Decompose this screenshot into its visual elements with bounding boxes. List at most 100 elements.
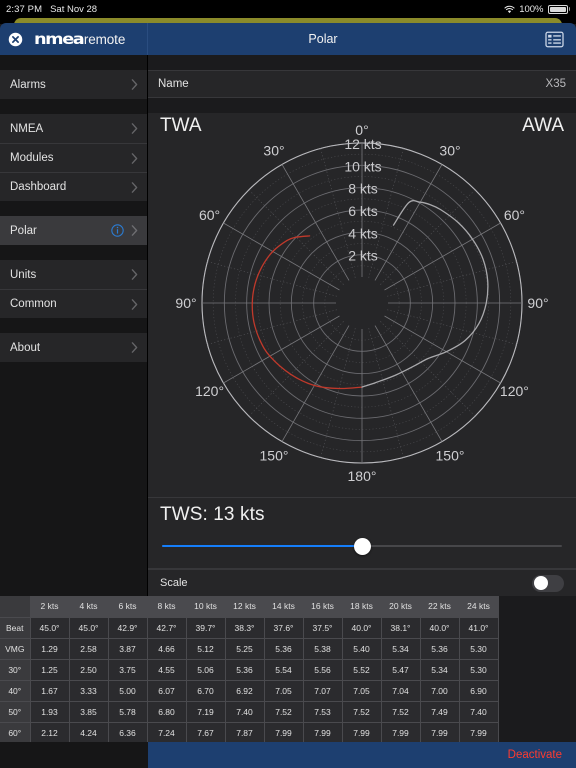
table-cell: 5.12	[186, 638, 226, 660]
table-cell: 6.36	[108, 722, 148, 742]
table-cell: 2.12	[30, 722, 70, 742]
table-cell: 2.58	[69, 638, 109, 660]
list-view-icon[interactable]	[544, 31, 564, 48]
table-cell: 45.0°	[69, 617, 109, 639]
table-col-header[interactable]: 24 kts	[459, 596, 499, 618]
name-row-value: X35	[545, 78, 566, 90]
polar-angle-label-right-60: 60°	[504, 207, 525, 223]
table-col-header[interactable]: 14 kts	[264, 596, 304, 618]
table-cell: 7.07	[303, 680, 343, 702]
table-cell: 2.50	[69, 659, 109, 681]
sidebar-item-alarms[interactable]: Alarms	[0, 70, 147, 99]
tws-label: TWS: 13 kts	[160, 504, 265, 525]
table-cell: 3.33	[69, 680, 109, 702]
polar-table-container[interactable]: 2 kts 4 kts 6 kts 8 kts 10 kts 12 kts 14 kts 16…	[0, 596, 576, 742]
table-row[interactable]: 50° 1.93 3.85 5.78 6.80 7.19 7.40 7.52 7.53 7.52 7…	[0, 701, 499, 723]
status-date: Sat Nov 28	[50, 3, 98, 15]
polar-chart-panel[interactable]: 0° 30° 30° 60° 60° 90° 90° 120° 120° 150° 150° 180°…	[148, 113, 576, 498]
table-row[interactable]: 30° 1.25 2.50 3.75 4.55 5.06 5.36 5.54 5.56 5.52 5…	[0, 659, 499, 681]
table-row[interactable]: 40° 1.67 3.33 5.00 6.07 6.70 6.92 7.05 7.07 7.05 7…	[0, 680, 499, 702]
table-col-header[interactable]: 12 kts	[225, 596, 265, 618]
scale-toggle[interactable]	[532, 574, 564, 592]
chevron-right-icon	[131, 269, 138, 280]
table-cell: 37.5°	[303, 617, 343, 639]
table-cell: 5.34	[381, 638, 421, 660]
sidebar-item-dashboard[interactable]: Dashboard	[0, 172, 147, 201]
chevron-right-icon	[131, 298, 138, 310]
sidebar-group-gap	[0, 99, 147, 114]
tws-slider[interactable]	[160, 534, 564, 558]
table-col-header[interactable]: 2 kts	[30, 596, 70, 618]
polar-angle-label-right-150: 150°	[436, 447, 465, 463]
table-cell: 7.53	[303, 701, 343, 723]
table-cell: 7.04	[381, 680, 421, 702]
table-row[interactable]: 60° 2.12 4.24 6.36 7.24 7.67 7.87 7.99 7.99 7.99 7…	[0, 722, 499, 742]
table-cell: 7.52	[381, 701, 421, 723]
tws-slider-fill	[162, 545, 362, 547]
table-row[interactable]: VMG 1.29 2.58 3.87 4.66 5.12 5.25 5.36 5.38 5.40 5…	[0, 638, 499, 660]
sidebar-item-label: Dashboard	[10, 181, 67, 193]
tws-slider-knob[interactable]	[354, 538, 371, 555]
polar-angle-label-left-90: 90°	[175, 295, 196, 311]
polar-angle-label-left-180: 180°	[348, 468, 377, 484]
table-row-header: Beat	[0, 617, 31, 639]
table-cell: 40.0°	[342, 617, 382, 639]
sidebar-item-modules[interactable]: Modules	[0, 143, 147, 172]
table-col-header[interactable]: 20 kts	[381, 596, 421, 618]
polar-angle-label-right-120: 120°	[500, 383, 529, 399]
table-cell: 4.66	[147, 638, 187, 660]
polar-title-twa: TWA	[160, 115, 202, 136]
sidebar-item-common[interactable]: Common	[0, 289, 147, 318]
table-cell: 40.0°	[420, 617, 460, 639]
table-col-header[interactable]: 4 kts	[69, 596, 109, 618]
table-cell: 5.52	[342, 659, 382, 681]
table-row[interactable]: Beat 45.0° 45.0° 42.9° 42.7° 39.7° 38.3° 37.6° 3…	[0, 617, 499, 639]
table-cell: 5.30	[459, 659, 499, 681]
table-cell: 7.49	[420, 701, 460, 723]
table-cell: 4.55	[147, 659, 187, 681]
table-body: Beat 45.0° 45.0° 42.9° 42.7° 39.7° 38.3° 37.6° 3…	[0, 617, 499, 742]
table-cell: 5.54	[264, 659, 304, 681]
table-cell: 3.75	[108, 659, 148, 681]
table-col-header[interactable]: 10 kts	[186, 596, 226, 618]
polar-angle-label-right-30: 30°	[439, 143, 460, 159]
table-col-header[interactable]: 6 kts	[108, 596, 148, 618]
scale-row[interactable]: Scale	[148, 569, 576, 597]
table-col-header[interactable]: 8 kts	[147, 596, 187, 618]
table-cell: 1.93	[30, 701, 70, 723]
table-cell: 1.25	[30, 659, 70, 681]
chevron-right-icon	[131, 342, 138, 353]
sidebar-item-label: Common	[10, 298, 57, 310]
polar-angle-label-left-60: 60°	[199, 207, 220, 223]
name-row[interactable]: Name X35	[148, 70, 576, 98]
table-cell: 38.1°	[381, 617, 421, 639]
table-col-header[interactable]: 22 kts	[420, 596, 460, 618]
table-cell: 4.24	[69, 722, 109, 742]
table-cell: 7.40	[459, 701, 499, 723]
polar-radial-label-8: 8 kts	[348, 181, 378, 197]
table-col-header[interactable]: 18 kts	[342, 596, 382, 618]
table-cell: 7.99	[264, 722, 304, 742]
table-cell: 5.34	[420, 659, 460, 681]
sidebar-item-label: About	[10, 341, 41, 354]
table-row-header: 40°	[0, 680, 31, 702]
bottom-left-filler	[0, 742, 148, 768]
table-cell: 41.0°	[459, 617, 499, 639]
info-icon[interactable]	[111, 224, 124, 237]
deactivate-button[interactable]: Deactivate	[508, 749, 562, 761]
app-logo: nmea remote	[34, 30, 125, 48]
app-root: 2:37 PM Sat Nov 28 100% nmea remote Pola…	[0, 0, 576, 768]
polar-chart[interactable]: 0°30° 30°60° 60°90° 90°120° 120°150° 150°180°…	[148, 113, 576, 498]
sidebar-item-nmea[interactable]: NMEA	[0, 114, 147, 143]
table-cell: 5.06	[186, 659, 226, 681]
table-cell: 6.07	[147, 680, 187, 702]
table-corner-cell	[0, 596, 31, 618]
table-cell: 38.3°	[225, 617, 265, 639]
table-col-header[interactable]: 16 kts	[303, 596, 343, 618]
sidebar-item-about[interactable]: About	[0, 333, 147, 362]
close-circle-icon[interactable]	[8, 32, 23, 47]
sidebar-item-polar[interactable]: Polar	[0, 216, 147, 245]
table-row-header: 50°	[0, 701, 31, 723]
polar-radial-label-10: 10 kts	[344, 158, 381, 174]
sidebar-item-units[interactable]: Units	[0, 260, 147, 289]
